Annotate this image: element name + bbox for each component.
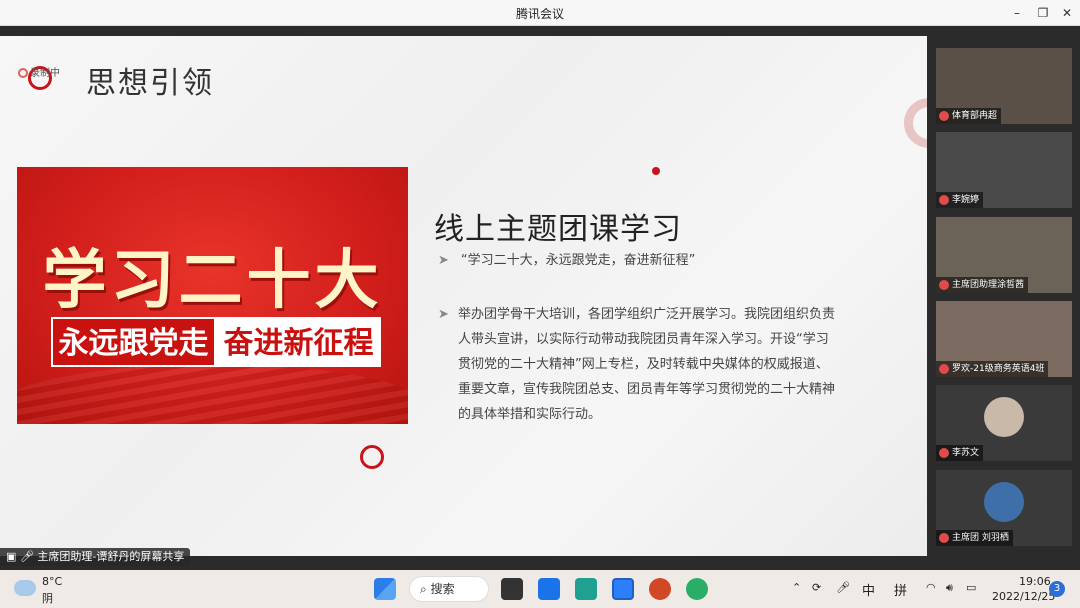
participant-name: 主席团助理涂皙茜 xyxy=(936,277,1029,293)
slide-title: 思想引领 xyxy=(86,66,214,101)
mic-muted-icon xyxy=(939,533,949,543)
bullet-arrow-icon: ➤ xyxy=(438,253,449,268)
share-label: 主席团助理-谭舒丹的屏幕共享 xyxy=(37,550,185,563)
shared-screen: 录制中 思想引领 学习二十大 永远跟党走 奋进新征程 线上主题团课学习 ➤ “学习… xyxy=(0,36,927,556)
chevron-up-icon[interactable]: ⌃ xyxy=(792,581,801,594)
record-icon xyxy=(18,68,28,78)
minimize-button[interactable]: – xyxy=(1004,2,1030,24)
deco-dot xyxy=(652,167,660,175)
notification-badge[interactable]: 3 xyxy=(1049,581,1065,597)
banner-wave xyxy=(17,364,408,424)
weather-cloud-icon[interactable] xyxy=(14,580,36,596)
banner-strip: 永远跟党走 奋进新征程 xyxy=(51,317,381,367)
mic-muted-icon xyxy=(939,280,949,290)
share-screen-icon: ▣ xyxy=(6,550,17,563)
screen-share-indicator[interactable]: ▣ 🎤︎ 主席团助理-谭舒丹的屏幕共享 xyxy=(0,548,191,566)
stage-top-border xyxy=(0,26,927,36)
app-icon-powerpoint[interactable] xyxy=(649,578,671,600)
banner-strip-left: 永远跟党走 xyxy=(51,317,216,367)
taskbar-search[interactable]: ⌕ 搜索 xyxy=(409,576,489,602)
participant-tile[interactable]: 李婉婷 xyxy=(936,132,1072,208)
app-icon-wechat[interactable] xyxy=(686,578,708,600)
ime-mode[interactable]: 拼 xyxy=(894,580,907,599)
mic-muted-icon xyxy=(939,111,949,121)
ime-lang[interactable]: 中 xyxy=(862,580,875,599)
restore-button[interactable]: ❐ xyxy=(1030,2,1056,24)
wifi-icon[interactable]: ◠ xyxy=(926,581,936,594)
recording-badge: 录制中 xyxy=(18,64,60,79)
search-icon: ⌕ xyxy=(420,582,427,596)
slide-quote: ➤ “学习二十大，永远跟党走，奋进新征程” xyxy=(438,253,696,268)
clock-date[interactable]: 2022/12/25 xyxy=(992,590,1055,603)
slide-banner-image: 学习二十大 永远跟党走 奋进新征程 xyxy=(17,167,408,424)
participant-panel: 体育部冉超 李婉婷 主席团助理涂皙茜 罗欢-21级商务英语4班 李苏文 主席团 … xyxy=(927,36,1080,556)
meeting-window: 腾讯会议 – ❐ ✕ 录制中 思想引领 学习二十大 永远跟党走 奋进新征程 线上… xyxy=(0,0,1080,570)
windows-taskbar: 8°C 阴 ⌕ 搜索 ⌃ ⟳ 🎤︎ 中 拼 ◠ 🔊︎ ▭ 19:06 2022/… xyxy=(0,570,1080,608)
mic-tray-icon[interactable]: 🎤︎ xyxy=(836,581,850,594)
participant-tile[interactable]: 体育部冉超 xyxy=(936,48,1072,124)
participant-avatar xyxy=(984,482,1024,522)
volume-icon[interactable]: 🔊︎ xyxy=(946,581,953,595)
mic-muted-icon xyxy=(939,448,949,458)
weather-temp[interactable]: 8°C xyxy=(42,575,62,588)
participant-tile[interactable]: 主席团 刘羽栖 xyxy=(936,470,1072,546)
paragraph-text: 举办团学骨干大培训，各团学组织广泛开展学习。我院团组织负责人带头宣讲，以实际行动… xyxy=(458,307,836,422)
app-icon-kdocs[interactable] xyxy=(575,578,597,600)
participant-tile[interactable]: 主席团助理涂皙茜 xyxy=(936,217,1072,293)
weather-desc[interactable]: 阴 xyxy=(42,590,53,606)
task-view-icon[interactable] xyxy=(501,578,523,600)
app-icon-tencent-meeting[interactable] xyxy=(612,578,634,600)
title-bar: 腾讯会议 – ❐ ✕ xyxy=(0,0,1080,26)
participant-tile[interactable]: 罗欢-21级商务英语4班 xyxy=(936,301,1072,377)
banner-headline: 学习二十大 xyxy=(42,244,383,318)
mic-muted-icon xyxy=(939,364,949,374)
participant-tile[interactable]: 李苏文 xyxy=(936,385,1072,461)
battery-icon[interactable]: ▭ xyxy=(966,581,976,594)
mic-muted-icon xyxy=(939,195,949,205)
sync-icon[interactable]: ⟳ xyxy=(812,581,821,594)
bullet-arrow-icon: ➤ xyxy=(438,307,449,322)
app-icon-feishu[interactable] xyxy=(538,578,560,600)
deco-ring-small xyxy=(360,445,384,469)
slide-heading: 线上主题团课学习 xyxy=(434,212,682,247)
mic-icon: 🎤︎ xyxy=(19,550,34,563)
participant-avatar xyxy=(984,397,1024,437)
window-title: 腾讯会议 xyxy=(515,7,564,21)
clock-time[interactable]: 19:06 xyxy=(1019,575,1051,588)
participant-name: 罗欢-21级商务英语4班 xyxy=(936,361,1049,377)
close-button[interactable]: ✕ xyxy=(1054,2,1080,24)
start-windows-icon[interactable] xyxy=(374,578,396,600)
banner-strip-right: 奋进新征程 xyxy=(216,317,381,367)
